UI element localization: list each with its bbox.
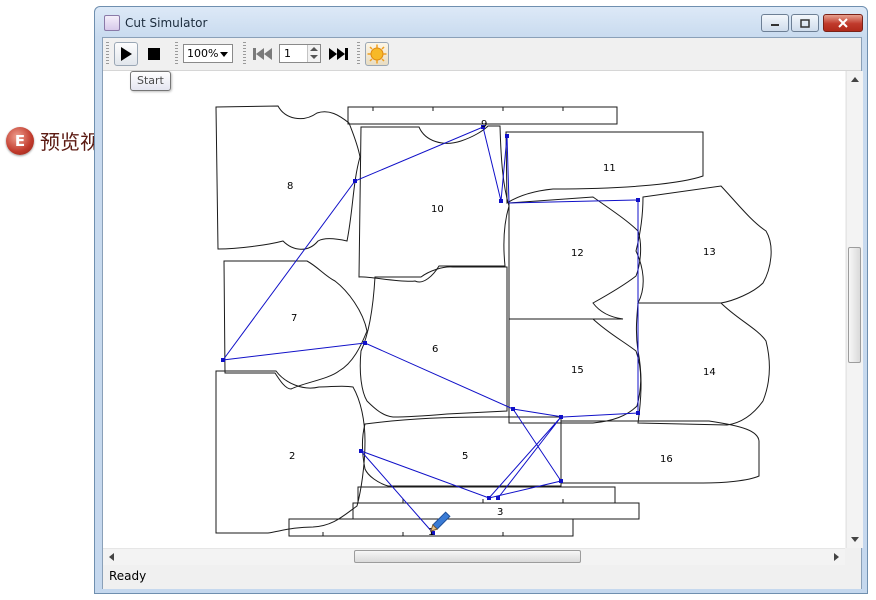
sun-icon [367, 44, 387, 64]
piece-label: 7 [291, 313, 297, 324]
horizontal-scroll-thumb[interactable] [354, 550, 581, 563]
pattern-piece-13 [635, 185, 772, 304]
piece-label: 11 [603, 163, 616, 174]
start-button[interactable] [114, 42, 138, 66]
maximize-button[interactable] [791, 14, 819, 32]
minimize-button[interactable] [761, 14, 789, 32]
piece-label: 12 [571, 248, 584, 259]
pattern-piece-6 [359, 266, 508, 418]
close-button[interactable] [823, 14, 863, 32]
piece-label: 10 [431, 204, 444, 215]
piece-label: 6 [432, 344, 438, 355]
status-text: Ready [109, 569, 147, 583]
close-icon [838, 18, 848, 28]
stop-button[interactable] [142, 42, 166, 66]
toolbar-grip[interactable] [243, 42, 246, 66]
piece-label: 2 [289, 451, 295, 462]
preview-canvas[interactable]: 8 9 10 11 7 6 12 13 14 15 2 5 16 3 1 [103, 71, 845, 548]
pattern-piece-14 [635, 302, 770, 426]
skip-first-icon [253, 48, 272, 60]
play-icon [121, 47, 132, 61]
piece-label: 13 [703, 247, 716, 258]
zoom-select[interactable]: 100% [183, 44, 233, 63]
piece-label: 16 [660, 454, 673, 465]
pattern-piece-8 [215, 105, 361, 250]
maximize-icon [800, 18, 810, 28]
piece-label: 5 [462, 451, 468, 462]
toolbar-grip[interactable] [106, 42, 109, 66]
zoom-value: 100% [187, 47, 219, 60]
toolbar-grip[interactable] [357, 42, 360, 66]
window-title: Cut Simulator [125, 16, 208, 30]
scroll-right-icon[interactable] [834, 553, 839, 561]
scroll-left-icon[interactable] [109, 553, 114, 561]
pen-icon [429, 511, 451, 533]
pattern-piece-7 [223, 260, 368, 390]
stop-icon [148, 48, 160, 60]
spin-up-icon[interactable] [310, 47, 318, 51]
light-toggle-button[interactable] [365, 42, 389, 66]
page-value: 1 [284, 47, 291, 60]
annotation-badge: E [6, 126, 34, 155]
piece-label: 14 [703, 367, 716, 378]
first-page-button[interactable] [251, 42, 275, 66]
page-stepper[interactable]: 1 [279, 44, 321, 63]
horizontal-scrollbar[interactable] [103, 548, 845, 565]
spin-buttons[interactable] [307, 45, 320, 62]
scroll-up-icon[interactable] [851, 77, 859, 82]
piece-label: 8 [287, 181, 293, 192]
vertical-scrollbar[interactable] [846, 71, 863, 548]
client-area: 100% 1 8 9 10 11 7 6 12 13 14 15 2 5 16 … [102, 37, 863, 589]
pattern-piece-16 [560, 420, 760, 484]
pattern-piece-3 [352, 486, 640, 520]
start-tooltip: Start [130, 71, 171, 91]
chevron-down-icon [220, 52, 228, 57]
status-bar: Ready [103, 565, 861, 589]
cut-path [360, 408, 562, 534]
spin-down-icon[interactable] [310, 55, 318, 59]
cut-layout-drawing: 8 9 10 11 7 6 12 13 14 15 2 5 16 3 1 [215, 105, 772, 538]
app-icon [104, 15, 120, 31]
piece-label: 15 [571, 365, 584, 376]
last-page-button[interactable] [327, 42, 351, 66]
toolbar-grip[interactable] [175, 42, 178, 66]
vertical-scroll-thumb[interactable] [848, 247, 861, 363]
scroll-down-icon[interactable] [851, 537, 859, 542]
cut-simulator-window: Cut Simulator 100% 1 8 9 10 11 7 6 12 13… [94, 6, 868, 594]
piece-label: 9 [481, 119, 487, 130]
minimize-icon [771, 24, 779, 26]
piece-label: 3 [497, 507, 503, 518]
title-bar[interactable]: Cut Simulator [95, 7, 867, 37]
skip-last-icon [329, 48, 348, 60]
toolbar: 100% 1 [103, 38, 861, 71]
